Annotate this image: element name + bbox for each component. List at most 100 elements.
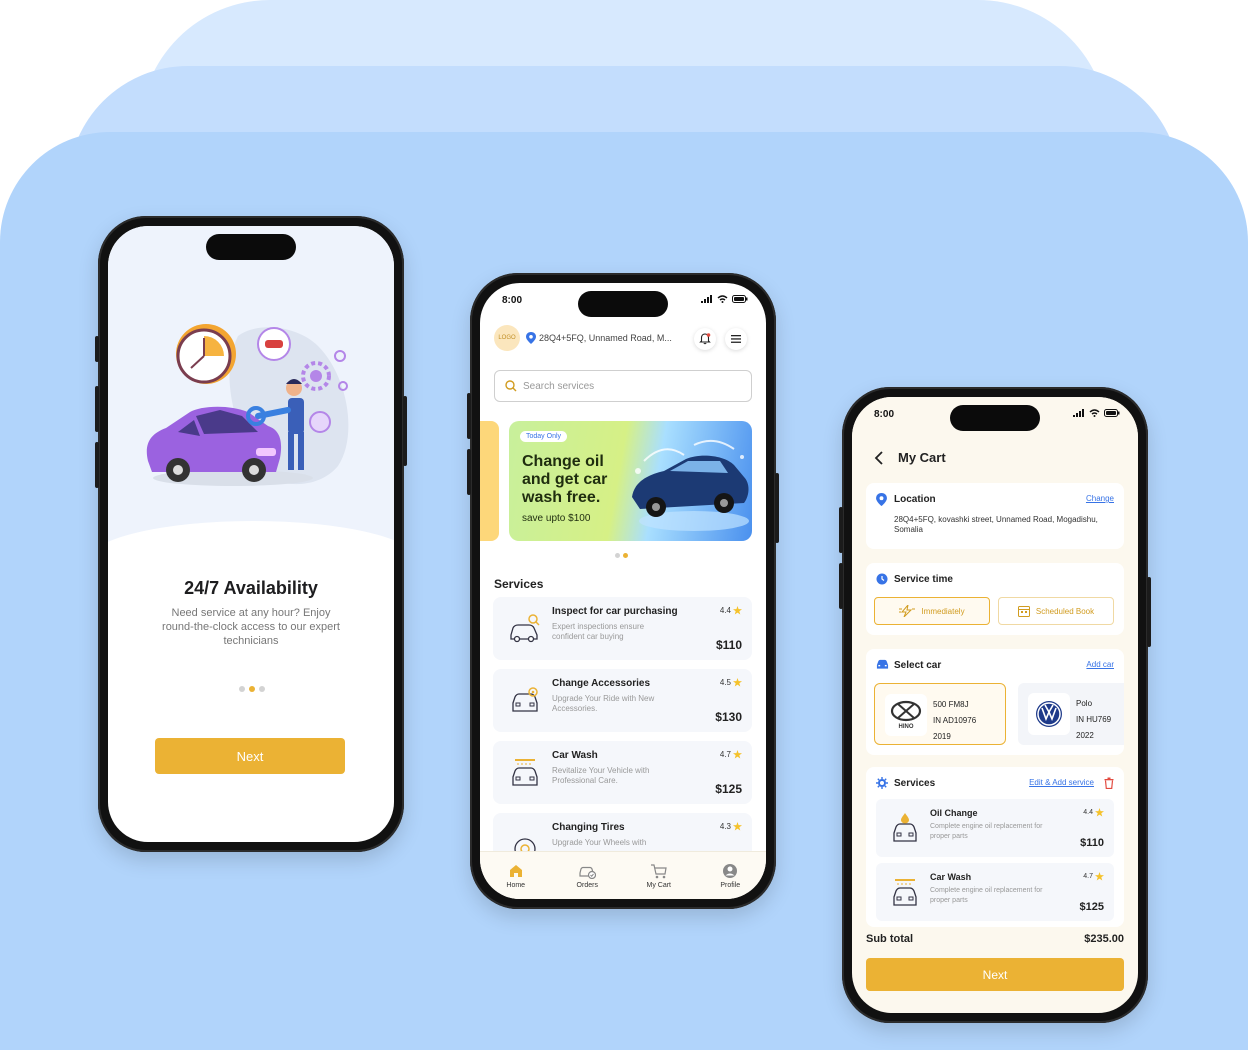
car-details: Polo IN HU769 2022 <box>1076 696 1111 744</box>
service-rating: 4.4 <box>720 606 742 615</box>
car-model: Polo <box>1076 699 1093 708</box>
app-logo: LOGO <box>494 325 520 351</box>
search-placeholder: Search services <box>523 380 595 392</box>
edit-add-service-link[interactable]: Edit & Add service <box>1029 778 1094 787</box>
phone-side-button <box>95 336 99 362</box>
star-icon <box>733 678 742 687</box>
immediately-label: Immediately <box>921 606 965 616</box>
service-price: $110 <box>1080 837 1104 849</box>
service-card[interactable]: Inspect for car purchasing Expert inspec… <box>493 597 752 660</box>
dynamic-island <box>578 291 668 317</box>
previous-banner-peek[interactable] <box>480 421 499 541</box>
mechanic-car-illustration <box>146 324 349 486</box>
service-name: Car Wash <box>930 872 972 882</box>
service-description: Expert inspections ensure confident car … <box>552 622 645 641</box>
rating-value: 4.4 <box>719 606 731 615</box>
star-icon <box>733 606 742 615</box>
service-price: $125 <box>715 782 742 796</box>
star-icon <box>1095 808 1104 817</box>
phone-side-button <box>839 563 843 609</box>
star-icon <box>1095 872 1104 881</box>
location-title: Location <box>894 494 936 505</box>
car-option[interactable]: Polo IN HU769 2022 <box>1018 683 1124 745</box>
tab-label: My Cart <box>646 881 672 889</box>
profile-icon <box>723 863 738 878</box>
cart-service-item[interactable]: Oil Change Complete engine oil replaceme… <box>876 799 1114 857</box>
car-inspect-icon <box>510 614 540 643</box>
back-arrow-icon[interactable] <box>874 451 884 465</box>
phone-side-button <box>467 393 471 439</box>
service-time-title: Service time <box>894 574 953 585</box>
car-year: 2022 <box>1076 731 1094 740</box>
tab-my-cart[interactable]: My Cart <box>629 863 689 889</box>
status-icons <box>1073 409 1120 417</box>
orders-icon <box>579 866 597 879</box>
oil-change-icon <box>893 813 917 842</box>
phone-side-button <box>95 442 99 488</box>
notification-button[interactable] <box>694 328 716 350</box>
tab-home[interactable]: Home <box>486 863 546 889</box>
service-rating: 4.3 <box>720 822 742 831</box>
banner-title: Change oil and get car wash free. <box>522 453 608 506</box>
location-panel: Location Change 28Q4+5FQ, kovashki stree… <box>866 483 1124 549</box>
dynamic-island <box>206 234 296 260</box>
service-rating: 4.7 <box>1083 872 1104 881</box>
car-plate: IN AD10976 <box>933 716 977 725</box>
service-description: Complete engine oil replacement for prop… <box>930 887 1043 904</box>
star-icon <box>733 750 742 759</box>
battery-icon <box>1104 409 1120 417</box>
car-model: 500 FM8J <box>933 700 969 709</box>
onboarding-screen: 24/7 Availability Need service at any ho… <box>108 226 394 842</box>
search-input[interactable]: Search services <box>494 370 752 402</box>
service-card[interactable]: Change Accessories Upgrade Your Ride wit… <box>493 669 752 732</box>
clock-icon <box>876 573 888 585</box>
location-selector[interactable]: 28Q4+5FQ, Unnamed Road, M... <box>526 332 672 344</box>
select-car-panel: Select car Add car HINO 500 FM8J IN AD10… <box>866 649 1124 755</box>
tab-label: Orders <box>576 881 598 889</box>
status-icons <box>701 295 748 303</box>
showcase-stage: 24/7 Availability Need service at any ho… <box>0 0 1248 1050</box>
car-option-selected[interactable]: HINO 500 FM8J IN AD10976 2019 <box>874 683 1006 745</box>
service-name: Change Accessories <box>552 678 651 689</box>
phone-side-button <box>1147 577 1151 647</box>
cart-screen: 8:00 My Cart Location Change 28Q4+5FQ, k… <box>852 397 1138 1013</box>
services-gear-icon <box>876 777 888 789</box>
trash-icon[interactable] <box>1104 777 1114 789</box>
phone-side-button <box>775 473 779 543</box>
onboarding-title: 24/7 Availability <box>184 578 318 598</box>
tab-profile[interactable]: Profile <box>700 863 760 889</box>
scheduled-book-button[interactable]: Scheduled Book <box>998 597 1114 625</box>
banner-indicator <box>615 553 628 558</box>
immediately-button[interactable]: Immediately <box>874 597 990 625</box>
next-button[interactable]: Next <box>155 738 345 774</box>
service-name: Changing Tires <box>552 822 625 833</box>
bottom-tab-bar: Home Orders My Cart Profile <box>480 851 766 899</box>
scheduled-label: Scheduled Book <box>1035 606 1095 616</box>
car-wash-photo <box>632 439 749 531</box>
service-description: Upgrade Your Ride with New Accessories. <box>552 694 655 713</box>
change-location-link[interactable]: Change <box>1086 494 1114 503</box>
service-description: Upgrade Your Wheels with <box>552 838 647 847</box>
promo-banner[interactable]: Today Only Change oil and get car wash f… <box>509 421 752 541</box>
checkout-next-button[interactable]: Next <box>866 958 1124 991</box>
cart-service-item[interactable]: Car Wash Complete engine oil replacement… <box>876 863 1114 921</box>
lightning-icon <box>899 605 916 617</box>
services-title: Services <box>894 778 936 789</box>
car-icon <box>876 659 889 669</box>
service-name: Inspect for car purchasing <box>552 606 678 617</box>
service-price: $125 <box>1079 901 1104 913</box>
tab-label: Profile <box>720 881 741 889</box>
menu-button[interactable] <box>725 328 747 350</box>
car-year: 2019 <box>933 732 951 741</box>
subtotal-label: Sub total <box>866 933 914 945</box>
car-details: 500 FM8J IN AD10976 2019 <box>933 697 976 745</box>
banner-dot <box>615 553 620 558</box>
star-icon <box>733 822 742 831</box>
add-car-link[interactable]: Add car <box>1086 660 1114 669</box>
tab-orders[interactable]: Orders <box>557 863 617 889</box>
home-icon <box>509 864 522 877</box>
page-dot <box>239 686 245 692</box>
service-rating: 4.4 <box>1083 808 1104 817</box>
service-card[interactable]: Car Wash Revitalize Your Vehicle with Pr… <box>493 741 752 804</box>
service-price: $110 <box>715 638 742 652</box>
